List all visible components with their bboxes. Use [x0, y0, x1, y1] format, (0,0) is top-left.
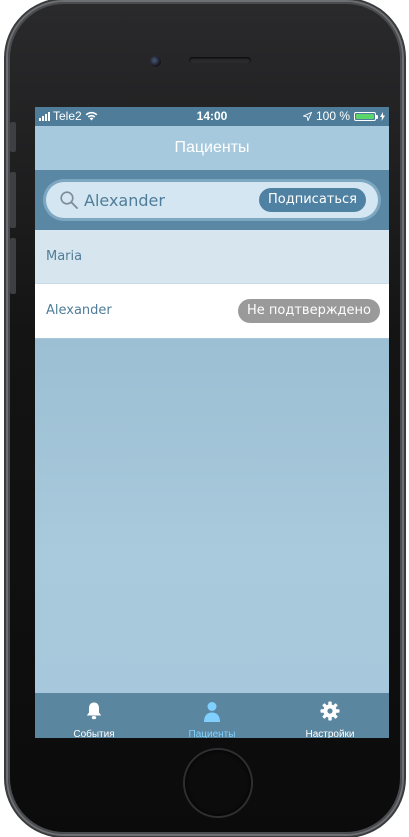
location-arrow-icon — [302, 111, 312, 121]
status-right: 100 % — [302, 109, 385, 123]
mute-switch — [10, 122, 16, 152]
volume-up-button — [10, 172, 16, 228]
search-icon — [60, 191, 78, 209]
status-bar: Tele2 14:00 100 % — [35, 107, 389, 126]
search-bar-container: Подписаться — [35, 170, 389, 230]
gear-icon — [320, 701, 340, 721]
tab-label: Пациенты — [188, 729, 236, 738]
tab-patients[interactable]: Пациенты — [153, 693, 271, 738]
earpiece-speaker — [189, 57, 251, 64]
search-input[interactable] — [84, 189, 264, 211]
battery-percent: 100 % — [315, 109, 350, 123]
person-icon — [204, 702, 220, 722]
patient-name: Alexander — [46, 303, 112, 318]
page-title: Пациенты — [174, 139, 250, 156]
volume-down-button — [10, 238, 16, 294]
subscribe-button[interactable]: Подписаться — [259, 188, 366, 212]
empty-content-area — [35, 339, 389, 693]
app-screen: Tele2 14:00 100 % Пациенты Alexander Под… — [35, 107, 389, 738]
patient-name: Maria — [46, 249, 83, 264]
tab-settings[interactable]: Настройки — [271, 693, 389, 738]
battery-icon — [354, 111, 378, 121]
tab-label: События — [73, 729, 115, 738]
tab-label: Настройки — [305, 729, 355, 738]
status-badge: Не подтверждено — [238, 299, 380, 323]
bell-icon — [86, 702, 102, 720]
charging-bolt-icon — [380, 111, 385, 121]
list-item[interactable]: Alexander Не подтверждено — [35, 284, 389, 338]
list-item[interactable]: Maria — [35, 230, 389, 284]
tab-events[interactable]: События — [35, 693, 153, 738]
search-bar[interactable]: Подписаться — [46, 182, 378, 218]
tab-bar: События Пациенты Настройки — [35, 693, 389, 738]
home-button[interactable] — [185, 750, 251, 816]
patient-list: Maria Alexander Не подтверждено — [35, 230, 389, 338]
navigation-bar: Пациенты — [35, 126, 389, 170]
front-camera — [150, 56, 161, 67]
